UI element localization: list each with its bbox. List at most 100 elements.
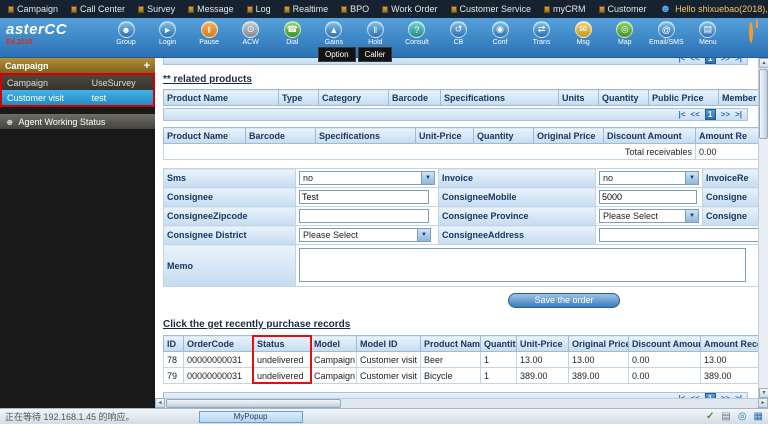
dial-button[interactable]: ☎Dial: [272, 21, 312, 46]
vertical-scrollbar[interactable]: ▲ ▼: [758, 58, 768, 398]
agent-working-status-header[interactable]: ☻ Agent Working Status: [0, 114, 155, 129]
menu-icon: [599, 6, 605, 13]
recent-purchase-records-link[interactable]: Click the get recently purchase records: [163, 319, 350, 330]
related-products-link[interactable]: ** related products: [163, 74, 252, 85]
tooltip-caller[interactable]: Caller: [358, 47, 393, 62]
page-last-button[interactable]: >|: [735, 58, 742, 63]
page-prev-button[interactable]: <<: [690, 58, 699, 63]
topnav-item-message[interactable]: Message: [188, 4, 234, 14]
record-row[interactable]: 78 00000000031 undelivered Campaign Cust…: [164, 352, 759, 368]
district-select[interactable]: Please Select▼: [299, 228, 431, 242]
pagination-top-clipped: |< << 1 >> >|: [163, 58, 758, 66]
page-number[interactable]: 1: [705, 109, 716, 120]
conference-button[interactable]: ◉Conf: [480, 21, 520, 46]
hold-icon: ‖: [367, 21, 384, 38]
total-receivables-value: 0.00: [696, 144, 759, 160]
power-icon: [749, 22, 753, 43]
scroll-down-arrow[interactable]: ▼: [759, 388, 768, 398]
email-sms-button[interactable]: @Email/SMS: [646, 21, 686, 46]
topnav-item-bpo[interactable]: BPO: [341, 4, 369, 14]
table-header-row: Product Name Type Category Barcode Speci…: [164, 90, 759, 106]
map-button[interactable]: ◎Map: [605, 21, 645, 46]
login-button[interactable]: ►Login: [148, 21, 188, 46]
status-check-icon[interactable]: ✓: [706, 411, 714, 422]
message-button[interactable]: ✉Msg: [563, 21, 603, 46]
page-next-button[interactable]: >>: [721, 110, 730, 119]
horizontal-scroll-thumb[interactable]: [166, 399, 341, 408]
hold-button[interactable]: ‖Hold: [355, 21, 395, 46]
main-panel: |< << 1 >> >| ** related products Produc…: [155, 58, 768, 398]
tooltip-option[interactable]: Option: [318, 47, 356, 62]
consignee-mobile-input[interactable]: [599, 190, 697, 204]
pause-button[interactable]: ‖Pause: [189, 21, 229, 46]
consignee-input[interactable]: [299, 190, 429, 204]
dial-option-tooltip: Option Caller: [318, 47, 392, 62]
horizontal-scrollbar[interactable]: ◄ ►: [155, 398, 768, 408]
menu-icon: [8, 6, 14, 13]
topnav-item-work-order[interactable]: Work Order: [382, 4, 437, 14]
vertical-scroll-thumb[interactable]: [759, 69, 768, 139]
page-last-button[interactable]: >|: [735, 110, 742, 119]
taskbar-item-mypopup[interactable]: MyPopup: [199, 411, 303, 423]
province-select[interactable]: Please Select▼: [599, 209, 699, 223]
pagination-products: |< << 1 >> >|: [163, 108, 748, 121]
page-next-button[interactable]: >>: [721, 58, 730, 63]
page-first-button[interactable]: |<: [678, 110, 685, 119]
page-first-button[interactable]: |<: [678, 58, 685, 63]
related-products-table: Product Name Type Category Barcode Speci…: [163, 89, 758, 106]
sms-select[interactable]: no▼: [299, 171, 435, 185]
address-input[interactable]: [599, 228, 758, 242]
menu-icon: [451, 6, 457, 13]
topnav-item-realtime[interactable]: Realtime: [284, 4, 329, 14]
menu-icon: [544, 6, 550, 13]
topnav-item-call-center[interactable]: Call Center: [71, 4, 125, 14]
user-greeting: ☻Hello shixuebao(2018),2013 August 07 We…: [660, 3, 768, 15]
chevron-down-icon: ▼: [685, 172, 698, 184]
status-network-icon[interactable]: ◎: [738, 411, 747, 422]
statusbar-icons: ✓ ▤ ◎ ▦: [706, 411, 763, 422]
scroll-up-arrow[interactable]: ▲: [759, 58, 768, 68]
topnav-item-survey[interactable]: Survey: [138, 4, 175, 14]
acw-icon: ⊙: [242, 21, 259, 38]
topnav-item-customer-service[interactable]: Customer Service: [451, 4, 532, 14]
campaign-panel-title: Campaign: [5, 61, 49, 71]
consult-button[interactable]: ?Consult: [397, 21, 437, 46]
power-button[interactable]: [734, 18, 768, 42]
add-campaign-button[interactable]: +: [144, 60, 150, 72]
gains-button[interactable]: ▲Gains: [314, 21, 354, 46]
callback-button[interactable]: ↺CB: [439, 21, 479, 46]
transfer-icon: ⇄: [533, 21, 550, 38]
page-prev-button[interactable]: <<: [690, 110, 699, 119]
scroll-right-arrow[interactable]: ►: [758, 398, 768, 408]
edition-label: Ed.2018: [6, 39, 104, 46]
scroll-left-arrow[interactable]: ◄: [155, 398, 165, 408]
page-number[interactable]: 1: [705, 58, 716, 64]
transfer-button[interactable]: ⇄Trans: [522, 21, 562, 46]
app-logo: asterCC: [6, 21, 104, 38]
menu-icon: [382, 6, 388, 13]
status-cell: undelivered: [254, 368, 311, 384]
campaign-list-row-selected[interactable]: Customer visit test: [2, 90, 153, 105]
status-cell: undelivered: [254, 352, 311, 368]
menu-button[interactable]: ▤Menu: [688, 21, 728, 46]
acw-button[interactable]: ⊙ACW: [231, 21, 271, 46]
save-order-button[interactable]: Save the order: [508, 293, 620, 308]
agent-icon: ☻: [5, 117, 14, 127]
status-page-icon[interactable]: ▤: [721, 411, 730, 422]
topnav-item-log[interactable]: Log: [247, 4, 271, 14]
menu-grid-icon: ▤: [699, 21, 716, 38]
zipcode-input[interactable]: [299, 209, 429, 223]
menu-icon: [247, 6, 253, 13]
invoice-select[interactable]: no▼: [599, 171, 699, 185]
group-button[interactable]: ☻Group: [106, 21, 146, 46]
status-grid-icon[interactable]: ▦: [754, 411, 763, 422]
campaign-list-row[interactable]: Campaign UseSurvey: [2, 75, 153, 90]
chevron-down-icon: ▼: [685, 210, 698, 222]
status-bar: 正在等待 192.168.1.45 的响应。 MyPopup ✓ ▤ ◎ ▦: [0, 408, 768, 424]
records-table-wrapper: ID OrderCode Status Model Model ID Produ…: [163, 335, 758, 384]
topnav-item-campaign[interactable]: Campaign: [8, 4, 58, 14]
topnav-item-customer[interactable]: Customer: [599, 4, 647, 14]
memo-textarea[interactable]: [299, 248, 746, 282]
topnav-item-mycrm[interactable]: myCRM: [544, 4, 586, 14]
record-row[interactable]: 79 00000000031 undelivered Campaign Cust…: [164, 368, 759, 384]
